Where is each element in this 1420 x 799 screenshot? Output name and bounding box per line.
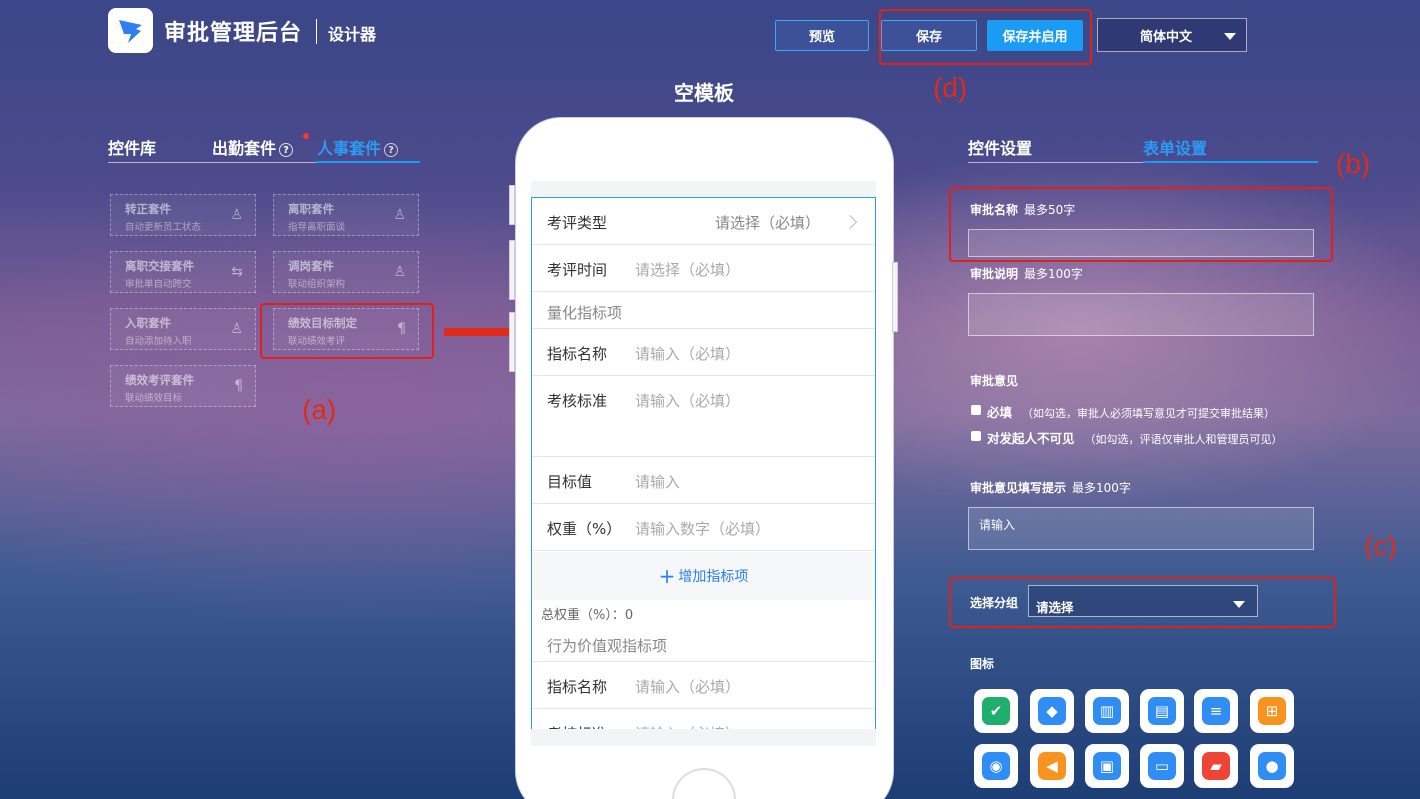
form-row-weight[interactable]: 权重（%） 请输入数字（必填） bbox=[532, 504, 875, 551]
help-icon[interactable]: ? bbox=[279, 143, 294, 157]
language-value: 简体中文 bbox=[1140, 29, 1193, 45]
paragraph-icon: ¶ bbox=[234, 378, 243, 394]
icon-option[interactable]: ▤ bbox=[1140, 689, 1184, 733]
chevron-down-icon bbox=[1224, 33, 1236, 40]
support-icon: ◉ bbox=[982, 752, 1010, 780]
hidden-from-initiator-checkbox[interactable] bbox=[971, 431, 981, 441]
annotation-label-c: (c) bbox=[1364, 530, 1397, 561]
approval-name-input[interactable] bbox=[968, 229, 1314, 257]
app-logo bbox=[108, 8, 153, 53]
person-check-icon: ✔ bbox=[982, 697, 1010, 725]
phone-side-button bbox=[509, 312, 515, 372]
phone-side-button bbox=[509, 185, 515, 225]
tab-control-library[interactable]: 控件库 bbox=[108, 135, 156, 159]
icon-option[interactable]: ✔ bbox=[974, 689, 1018, 733]
form-row-target-value[interactable]: 目标值 请输入 bbox=[532, 457, 875, 504]
required-checkbox[interactable] bbox=[971, 405, 981, 415]
chevron-right-icon bbox=[842, 214, 858, 230]
section-divider bbox=[532, 625, 875, 662]
store-icon: ▤ bbox=[1148, 697, 1176, 725]
person-icon: ♙ bbox=[393, 207, 406, 223]
icon-option[interactable]: ● bbox=[1250, 744, 1294, 788]
megaphone-icon: ◀ bbox=[1038, 752, 1066, 780]
group-label: 选择分组 bbox=[970, 596, 1019, 610]
annotation-label-b: (b) bbox=[1336, 148, 1371, 179]
icon-option[interactable]: ▥ bbox=[1085, 689, 1129, 733]
icon-option[interactable]: ▣ bbox=[1085, 744, 1129, 788]
form-row-indicator-name-2[interactable]: 指标名称 请输入（必填） bbox=[532, 662, 875, 709]
icon-option[interactable]: ⊞ bbox=[1250, 689, 1294, 733]
bag-icon: ◆ bbox=[1038, 697, 1066, 725]
swap-icon: ⇆ bbox=[231, 264, 243, 280]
suite-card-resignation[interactable]: 离职套件 指导离职面谈 ♙ bbox=[273, 194, 419, 236]
notification-dot bbox=[303, 133, 309, 139]
icon-option[interactable]: ▰ bbox=[1194, 744, 1238, 788]
tab-active-indicator bbox=[316, 161, 420, 163]
suite-card-transfer[interactable]: 调岗套件 联动组织架构 ♙ bbox=[273, 251, 419, 293]
ticket-icon: ▰ bbox=[1202, 752, 1230, 780]
highlight-box-a bbox=[260, 303, 434, 359]
suite-card-handover[interactable]: 离职交接套件 审批单自动跨交 ⇆ bbox=[110, 251, 256, 293]
icon-option[interactable]: ◉ bbox=[974, 744, 1018, 788]
form-row-indicator-name[interactable]: 指标名称 请输入（必填） bbox=[532, 329, 875, 376]
annotation-label-a: (a) bbox=[302, 394, 337, 425]
icon-option[interactable]: ≡ bbox=[1194, 689, 1238, 733]
app-subtitle: 设计器 bbox=[328, 25, 377, 44]
suite-card-onboarding[interactable]: 入职套件 自动添加待入职 ♙ bbox=[110, 308, 256, 350]
cart-icon: ⊞ bbox=[1258, 697, 1286, 725]
person-icon: ♙ bbox=[230, 321, 243, 337]
suite-card-performance-review[interactable]: 绩效考评套件 联动绩效目标 ¶ bbox=[110, 365, 256, 407]
plus-icon: + bbox=[658, 564, 676, 588]
suite-card-regularization[interactable]: 转正套件 自动更新员工状态 ♙ bbox=[110, 194, 256, 236]
building-icon: ▥ bbox=[1093, 697, 1121, 725]
person-icon: ♙ bbox=[230, 207, 243, 223]
help-icon[interactable]: ? bbox=[384, 143, 399, 157]
id-card-icon: ▣ bbox=[1093, 752, 1121, 780]
tab-active-indicator bbox=[1143, 161, 1318, 163]
form-row-assessment-standard[interactable]: 考核标准 请输入（必填） bbox=[532, 376, 875, 457]
opinion-tip-label: 审批意见填写提示 最多100字 bbox=[970, 481, 1131, 495]
section-divider bbox=[532, 292, 875, 329]
group-select-value: 请选择 bbox=[1036, 600, 1074, 615]
app-title: 审批管理后台 bbox=[164, 21, 303, 46]
tab-attendance-suite[interactable]: 出勤套件? bbox=[212, 135, 294, 159]
icon-option[interactable]: ▭ bbox=[1140, 744, 1184, 788]
chevron-down-icon bbox=[1233, 601, 1245, 608]
tab-form-settings[interactable]: 表单设置 bbox=[1143, 135, 1207, 159]
form-preview[interactable]: 考评类型 请选择（必填） 考评时间 请选择（必填） 量化指标项 指标名称 请输入… bbox=[531, 197, 876, 746]
garage-icon: ≡ bbox=[1202, 697, 1230, 725]
form-row-review-time[interactable]: 考评时间 请选择（必填） bbox=[532, 245, 875, 292]
title-divider bbox=[316, 19, 317, 44]
form-preview-canvas[interactable]: 考评类型 请选择（必填） 考评时间 请选择（必填） 量化指标项 指标名称 请输入… bbox=[531, 181, 876, 746]
group-select[interactable]: 请选择 bbox=[1028, 585, 1258, 617]
approval-desc-textarea[interactable] bbox=[968, 293, 1314, 336]
hidden-from-initiator-label: 对发起人不可见 （如勾选，评语仅审批人和管理员可见） bbox=[987, 431, 1283, 446]
phone-side-button bbox=[509, 240, 515, 300]
tab-control-settings[interactable]: 控件设置 bbox=[968, 135, 1032, 159]
add-indicator-button[interactable]: + 增加指标项 bbox=[532, 552, 875, 600]
approval-name-label: 审批名称 最多50字 bbox=[970, 203, 1076, 217]
screen-bottom-fade bbox=[531, 729, 876, 746]
language-select[interactable]: 简体中文 bbox=[1097, 18, 1247, 52]
icon-option[interactable]: ◆ bbox=[1030, 689, 1074, 733]
card-icon: ▭ bbox=[1148, 752, 1176, 780]
person-icon: ♙ bbox=[393, 264, 406, 280]
icon-option[interactable]: ◀ bbox=[1030, 744, 1074, 788]
required-checkbox-label: 必填 （如勾选，审批人必须填写意见才可提交审批结果） bbox=[987, 405, 1276, 420]
preview-button[interactable]: 预览 bbox=[775, 20, 869, 51]
opinion-tip-textarea[interactable]: 请输入 bbox=[968, 507, 1314, 550]
person-settings-icon: ● bbox=[1258, 752, 1286, 780]
logo-icon bbox=[119, 20, 142, 43]
form-row-review-type[interactable]: 考评类型 请选择（必填） bbox=[532, 198, 875, 245]
icon-section-label: 图标 bbox=[970, 657, 995, 671]
highlight-box-d bbox=[879, 9, 1092, 65]
approval-opinion-label: 审批意见 bbox=[970, 374, 1019, 388]
approval-desc-label: 审批说明 最多100字 bbox=[970, 267, 1083, 281]
page-title: 空模板 bbox=[674, 81, 734, 105]
tab-hr-suite[interactable]: 人事套件? bbox=[317, 135, 399, 159]
total-weight: 总权重（%）：0 bbox=[541, 608, 634, 623]
phone-side-button bbox=[892, 262, 898, 332]
